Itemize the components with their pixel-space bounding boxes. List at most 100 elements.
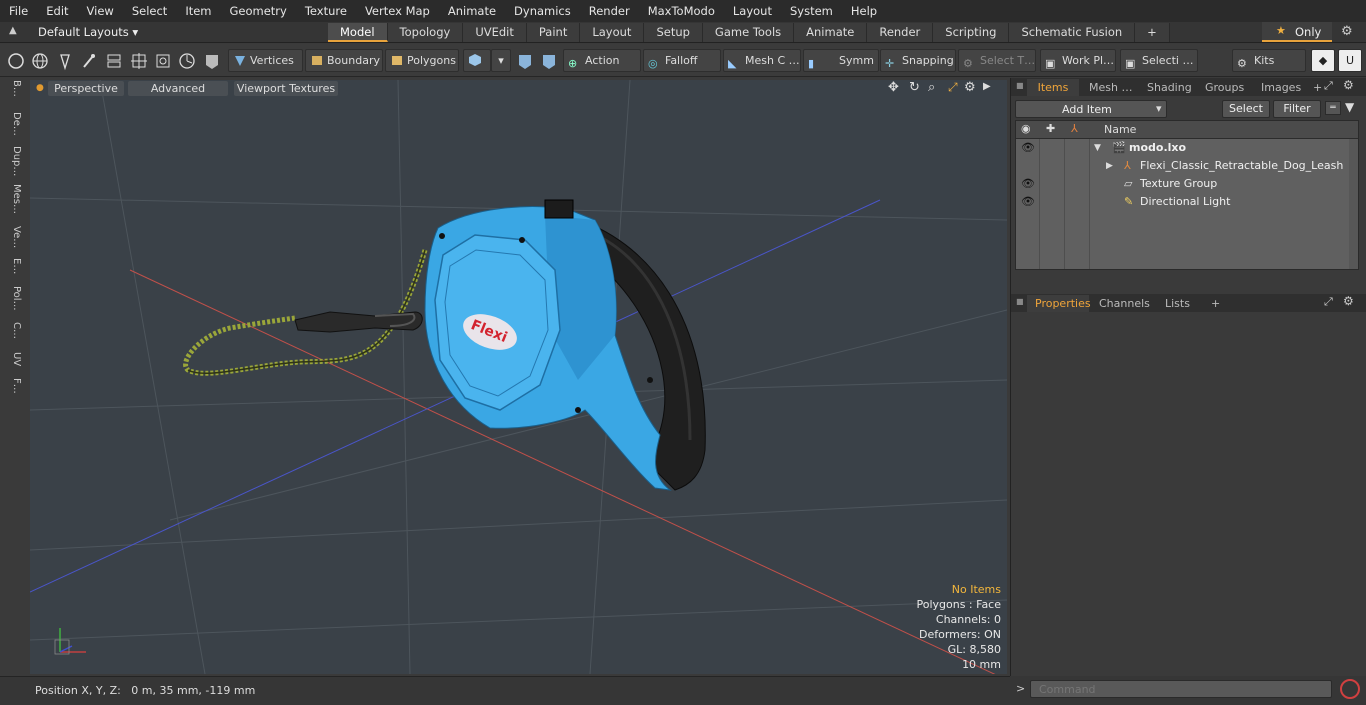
gear-icon[interactable]: ⚙ — [1341, 24, 1353, 39]
layout-selector[interactable]: Default Layouts ▾ — [38, 22, 138, 42]
menu-item-system[interactable]: System — [781, 0, 842, 22]
visibility-eye-icon[interactable]: 👁 — [1021, 196, 1035, 208]
filter-button[interactable]: Filter — [1273, 100, 1321, 118]
collapse-icon[interactable]: ═ — [1325, 101, 1341, 115]
tab-add[interactable]: + — [1203, 295, 1228, 312]
mode-dropdown[interactable]: ▾ — [491, 49, 511, 72]
tree-row-directional-light[interactable]: 👁 ✎ Directional Light — [1016, 193, 1360, 211]
viewport-textures-button[interactable]: Viewport Textures — [234, 81, 338, 96]
globe-icon[interactable] — [30, 51, 50, 71]
palette-tab-6[interactable]: Pol… — [6, 286, 22, 311]
vertices-button[interactable]: Vertices — [228, 49, 303, 72]
pan-icon[interactable]: ✥ — [888, 80, 899, 95]
palette-tab-0[interactable]: B… — [6, 80, 22, 97]
menu-item-help[interactable]: Help — [842, 0, 886, 22]
snapping-button[interactable]: ✛ Snapping — [880, 49, 956, 72]
3d-viewport[interactable]: Flexi — [30, 80, 1007, 674]
symmetry-button[interactable]: ▮Symm … — [803, 49, 879, 72]
snap-shield-icon[interactable] — [515, 51, 535, 71]
falloff-button[interactable]: ◎ Falloff — [643, 49, 721, 72]
select-button[interactable]: Select — [1222, 100, 1270, 118]
tab-shading[interactable]: Shading — [1139, 79, 1200, 96]
palette-tab-7[interactable]: C… — [6, 322, 22, 339]
name-column-header[interactable]: Name — [1104, 123, 1136, 136]
palette-tab-8[interactable]: UV — [6, 352, 22, 366]
expand-arrow-icon[interactable]: ▶ — [1106, 157, 1113, 175]
rotate-icon[interactable]: ↻ — [909, 80, 920, 95]
palette-tab-5[interactable]: E… — [6, 258, 22, 274]
expand-arrow-icon[interactable]: ▼ — [1094, 139, 1101, 157]
menu-item-item[interactable]: Item — [176, 0, 220, 22]
item-mode-button[interactable] — [463, 49, 491, 72]
boundary-button[interactable]: Boundary — [305, 49, 383, 72]
clock-icon[interactable] — [177, 51, 197, 71]
panel-expand-icon[interactable]: ⤢ — [1324, 79, 1333, 93]
tab-properties[interactable]: Properties — [1027, 295, 1091, 312]
tab-schematic-fusion[interactable]: Schematic Fusion — [1009, 23, 1136, 42]
menu-item-file[interactable]: File — [0, 0, 37, 22]
shield-icon[interactable] — [202, 51, 222, 71]
polygons-button[interactable]: Polygons — [385, 49, 459, 72]
kits-button[interactable]: ⚙ Kits — [1232, 49, 1306, 72]
unity-button[interactable]: ◆ — [1311, 49, 1335, 72]
unreal-button[interactable]: U — [1338, 49, 1362, 72]
select-circle-icon[interactable] — [6, 51, 26, 71]
action-button[interactable]: ⊕ Action — [563, 49, 641, 72]
maximize-icon[interactable]: ⤢ — [948, 80, 958, 95]
menu-item-dynamics[interactable]: Dynamics — [505, 0, 580, 22]
brush-icon[interactable] — [79, 51, 99, 71]
viewport-play-icon[interactable]: ▶ — [983, 81, 991, 92]
tree-row-texture-group[interactable]: 👁 ▱ Texture Group — [1016, 175, 1360, 193]
menu-item-select[interactable]: Select — [123, 0, 176, 22]
select-through-button[interactable]: ⚙ Select T… — [958, 49, 1036, 72]
visibility-eye-icon[interactable]: 👁 — [1021, 142, 1035, 154]
command-input[interactable] — [1030, 680, 1332, 698]
palette-tab-9[interactable]: F… — [6, 378, 22, 394]
perspective-button[interactable]: Perspective — [48, 81, 124, 96]
tab-paint[interactable]: Paint — [526, 23, 581, 42]
menu-item-texture[interactable]: Texture — [296, 0, 356, 22]
tab-add[interactable]: + — [1135, 23, 1170, 42]
visibility-eye-icon[interactable]: 👁 — [1021, 178, 1035, 190]
selection-sets-button[interactable]: ▣ Selecti … — [1120, 49, 1198, 72]
tab-uvedit[interactable]: UVEdit — [463, 23, 527, 42]
add-item-button[interactable]: Add Item ▾ — [1015, 100, 1167, 118]
menu-item-edit[interactable]: Edit — [37, 0, 77, 22]
tab-images[interactable]: Images — [1253, 79, 1309, 96]
menu-item-geometry[interactable]: Geometry — [221, 0, 296, 22]
palette-tab-2[interactable]: Dup… — [6, 146, 22, 176]
transform-icon[interactable] — [104, 51, 124, 71]
tab-setup[interactable]: Setup — [644, 23, 703, 42]
palette-tab-1[interactable]: De… — [6, 112, 22, 136]
tab-lists[interactable]: Lists — [1157, 295, 1198, 312]
tab-render[interactable]: Render — [867, 23, 934, 42]
menu-item-view[interactable]: View — [78, 0, 123, 22]
tab-scripting[interactable]: Scripting — [933, 23, 1010, 42]
panel-gear-icon[interactable]: ⚙ — [1343, 294, 1354, 308]
tree-scrollbar[interactable] — [1349, 139, 1358, 269]
tab-channels[interactable]: Channels — [1091, 295, 1158, 312]
tab-game-tools[interactable]: Game Tools — [702, 23, 795, 42]
record-icon[interactable] — [1340, 679, 1360, 699]
tab-animate[interactable]: Animate — [794, 23, 868, 42]
viewport-gear-icon[interactable]: ⚙ — [964, 80, 976, 95]
panel-expand-icon[interactable]: ⤢ — [1324, 295, 1333, 309]
tab-mesh[interactable]: Mesh … — [1081, 79, 1140, 96]
zoom-icon[interactable]: ⌕ — [928, 80, 935, 95]
snap-shield2-icon[interactable] — [539, 51, 559, 71]
menu-item-layout[interactable]: Layout — [724, 0, 781, 22]
tab-groups[interactable]: Groups — [1197, 79, 1252, 96]
mesh-constraint-button[interactable]: ◣ Mesh C … — [723, 49, 801, 72]
tree-row-mesh[interactable]: ▶ ⅄ Flexi_Classic_Retractable_Dog_Leash — [1016, 157, 1360, 175]
menu-item-render[interactable]: Render — [580, 0, 639, 22]
menu-item-vertex-map[interactable]: Vertex Map — [356, 0, 439, 22]
tab-items[interactable]: Items — [1027, 79, 1079, 96]
tab-model[interactable]: Model — [328, 23, 388, 42]
only-toggle[interactable]: ★ Only — [1262, 22, 1332, 42]
tab-topology[interactable]: Topology — [387, 23, 464, 42]
panel-gear-icon[interactable]: ⚙ — [1343, 78, 1354, 92]
box-select-icon[interactable] — [153, 51, 173, 71]
grid-icon[interactable] — [129, 51, 149, 71]
menu-item-maxtomodo[interactable]: MaxToModo — [639, 0, 724, 22]
work-plane-button[interactable]: ▣ Work Pl… — [1040, 49, 1116, 72]
